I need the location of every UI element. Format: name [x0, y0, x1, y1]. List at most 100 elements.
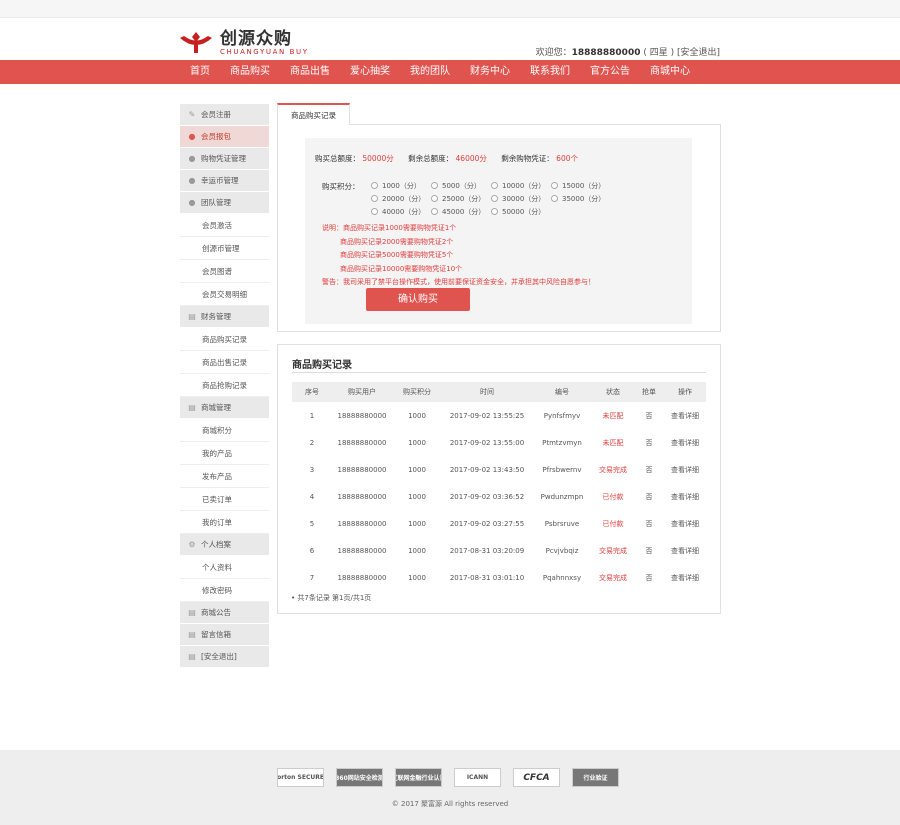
radio-button[interactable]	[371, 182, 378, 189]
nav-item[interactable]: 商城中心	[640, 60, 700, 84]
table-cell: Pcvjvbqiz	[545, 546, 579, 555]
logout-link[interactable]: [安全退出]	[677, 48, 720, 58]
radio-button[interactable]	[491, 182, 498, 189]
view-detail-link[interactable]: 查看详细	[664, 429, 706, 456]
finance-badge[interactable]: 互联网金融行业认证	[395, 768, 442, 787]
view-detail-link[interactable]: 查看详细	[664, 456, 706, 483]
sidebar-item[interactable]: 已卖订单	[180, 488, 269, 511]
radio-button[interactable]	[431, 182, 438, 189]
industry-badge[interactable]: 行业验证	[572, 768, 619, 787]
nav-item[interactable]: 首页	[180, 60, 220, 84]
table-cell: Pynfsfmyv	[543, 411, 581, 420]
view-detail-link[interactable]: 查看详细	[664, 483, 706, 510]
sidebar-category[interactable]: ▤ 财务管理	[180, 306, 269, 328]
nav-item[interactable]: 财务中心	[460, 60, 520, 84]
360-badge[interactable]: 360网站安全检测	[336, 768, 383, 787]
points-option[interactable]: 50000（分）	[491, 205, 551, 218]
status-cell: 已付款	[602, 519, 624, 528]
sidebar-category[interactable]: ▤ 商城管理	[180, 397, 269, 419]
doc-icon: ▤	[188, 402, 196, 412]
points-label: 购买积分：	[322, 182, 360, 191]
points-option[interactable]: 15000（分）	[551, 179, 611, 192]
radio-button[interactable]	[371, 195, 378, 202]
sidebar-item[interactable]: 我的产品	[180, 442, 269, 465]
logo[interactable]: 创源众购 CHUANGYUAN BUY	[178, 30, 309, 56]
tab-purchase-records[interactable]: 商品购买记录	[277, 103, 350, 125]
sidebar-label: 会员激活	[202, 221, 232, 230]
view-detail-link[interactable]: 查看详细	[664, 402, 706, 429]
user-icon: ●	[188, 153, 196, 163]
sidebar-category[interactable]: ▤ 商城公告	[180, 602, 269, 624]
sidebar-category[interactable]: ● 团队管理	[180, 192, 269, 214]
points-option[interactable]: 20000（分）	[371, 192, 431, 205]
view-detail-link[interactable]: 查看详细	[664, 537, 706, 564]
sidebar-item[interactable]: 我的订单	[180, 511, 269, 534]
radio-button[interactable]	[371, 208, 378, 215]
sidebar-item[interactable]: 商品抢购记录	[180, 374, 269, 397]
edit-icon: ✎	[188, 109, 196, 119]
table-cell: 6	[309, 546, 315, 555]
sidebar-category[interactable]: ● 幸运币管理	[180, 170, 269, 192]
sidebar-item[interactable]: 发布产品	[180, 465, 269, 488]
sidebar-item[interactable]: 修改密码	[180, 579, 269, 602]
sidebar-category[interactable]: ▤ [安全退出]	[180, 646, 269, 668]
points-option[interactable]: 1000（分）	[371, 179, 431, 192]
points-option[interactable]: 40000（分）	[371, 205, 431, 218]
view-detail-link[interactable]: 查看详细	[664, 564, 706, 591]
sidebar-label: 会员交易明细	[202, 290, 247, 299]
sidebar-item[interactable]: 个人资料	[180, 556, 269, 579]
cfca-badge[interactable]: CFCA	[513, 768, 560, 787]
points-option[interactable]: 30000（分）	[491, 192, 551, 205]
points-option[interactable]: 35000（分）	[551, 192, 611, 205]
sidebar-category[interactable]: ▤ 留言信箱	[180, 624, 269, 646]
radio-button[interactable]	[431, 208, 438, 215]
nav-item[interactable]: 官方公告	[580, 60, 640, 84]
sidebar-item[interactable]: 商城积分	[180, 419, 269, 442]
radio-button[interactable]	[551, 195, 558, 202]
table-cell: Pwdunzmpn	[540, 492, 584, 501]
nav-item[interactable]: 爱心抽奖	[340, 60, 400, 84]
sidebar-category[interactable]: ● 购物凭证管理	[180, 148, 269, 170]
norton-badge[interactable]: Norton SECURED	[277, 768, 324, 787]
view-detail-link[interactable]: 查看详细	[664, 510, 706, 537]
user-icon: ●	[188, 175, 196, 185]
points-option[interactable]: 45000（分）	[431, 205, 491, 218]
sidebar-category[interactable]: ● 会员报包	[180, 126, 269, 148]
sidebar-item[interactable]: 会员图谱	[180, 260, 269, 283]
sidebar-item[interactable]: 商品出售记录	[180, 351, 269, 374]
sidebar-category[interactable]: ✎ 会员注册	[180, 104, 269, 126]
radio-button[interactable]	[551, 182, 558, 189]
status-cell: 交易完成	[599, 573, 627, 582]
points-option[interactable]: 25000（分）	[431, 192, 491, 205]
table-cell: 1000	[408, 411, 426, 420]
nav-item[interactable]: 商品出售	[280, 60, 340, 84]
nav-item[interactable]: 商品购买	[220, 60, 280, 84]
radio-label: 1000（分）	[382, 181, 421, 190]
gear-icon: ⚙	[188, 539, 196, 549]
remain-value: 46000分	[455, 154, 487, 163]
sidebar-item[interactable]: 会员交易明细	[180, 283, 269, 306]
sidebar-category[interactable]: ⚙ 个人档案	[180, 534, 269, 556]
radio-button[interactable]	[491, 195, 498, 202]
sidebar-label: 会员注册	[201, 109, 231, 119]
table-cell: 否	[645, 438, 653, 447]
table-row: 7 18888880000 1000 2017-08-31 03:01:10 Pqahn…	[292, 564, 706, 591]
icann-badge[interactable]: ICANN	[454, 768, 501, 787]
sidebar-label: 创源币管理	[202, 244, 240, 253]
points-option[interactable]: 5000（分）	[431, 179, 491, 192]
sidebar-label: 幸运币管理	[201, 175, 239, 185]
nav-item[interactable]: 联系我们	[520, 60, 580, 84]
voucher-value: 600个	[556, 154, 578, 163]
confirm-purchase-button[interactable]: 确认购买	[366, 288, 470, 311]
points-option[interactable]: 10000（分）	[491, 179, 551, 192]
radio-label: 50000（分）	[502, 207, 546, 216]
user-phone: 18888880000	[571, 48, 641, 58]
nav-item[interactable]: 我的团队	[400, 60, 460, 84]
radio-button[interactable]	[431, 195, 438, 202]
sidebar-item[interactable]: 商品购买记录	[180, 328, 269, 351]
sidebar-label: 个人资料	[202, 563, 232, 572]
sidebar-item[interactable]: 会员激活	[180, 214, 269, 237]
sidebar-item[interactable]: 创源币管理	[180, 237, 269, 260]
copyright: © 2017 聚富源 All rights reserved	[391, 800, 509, 808]
radio-button[interactable]	[491, 208, 498, 215]
